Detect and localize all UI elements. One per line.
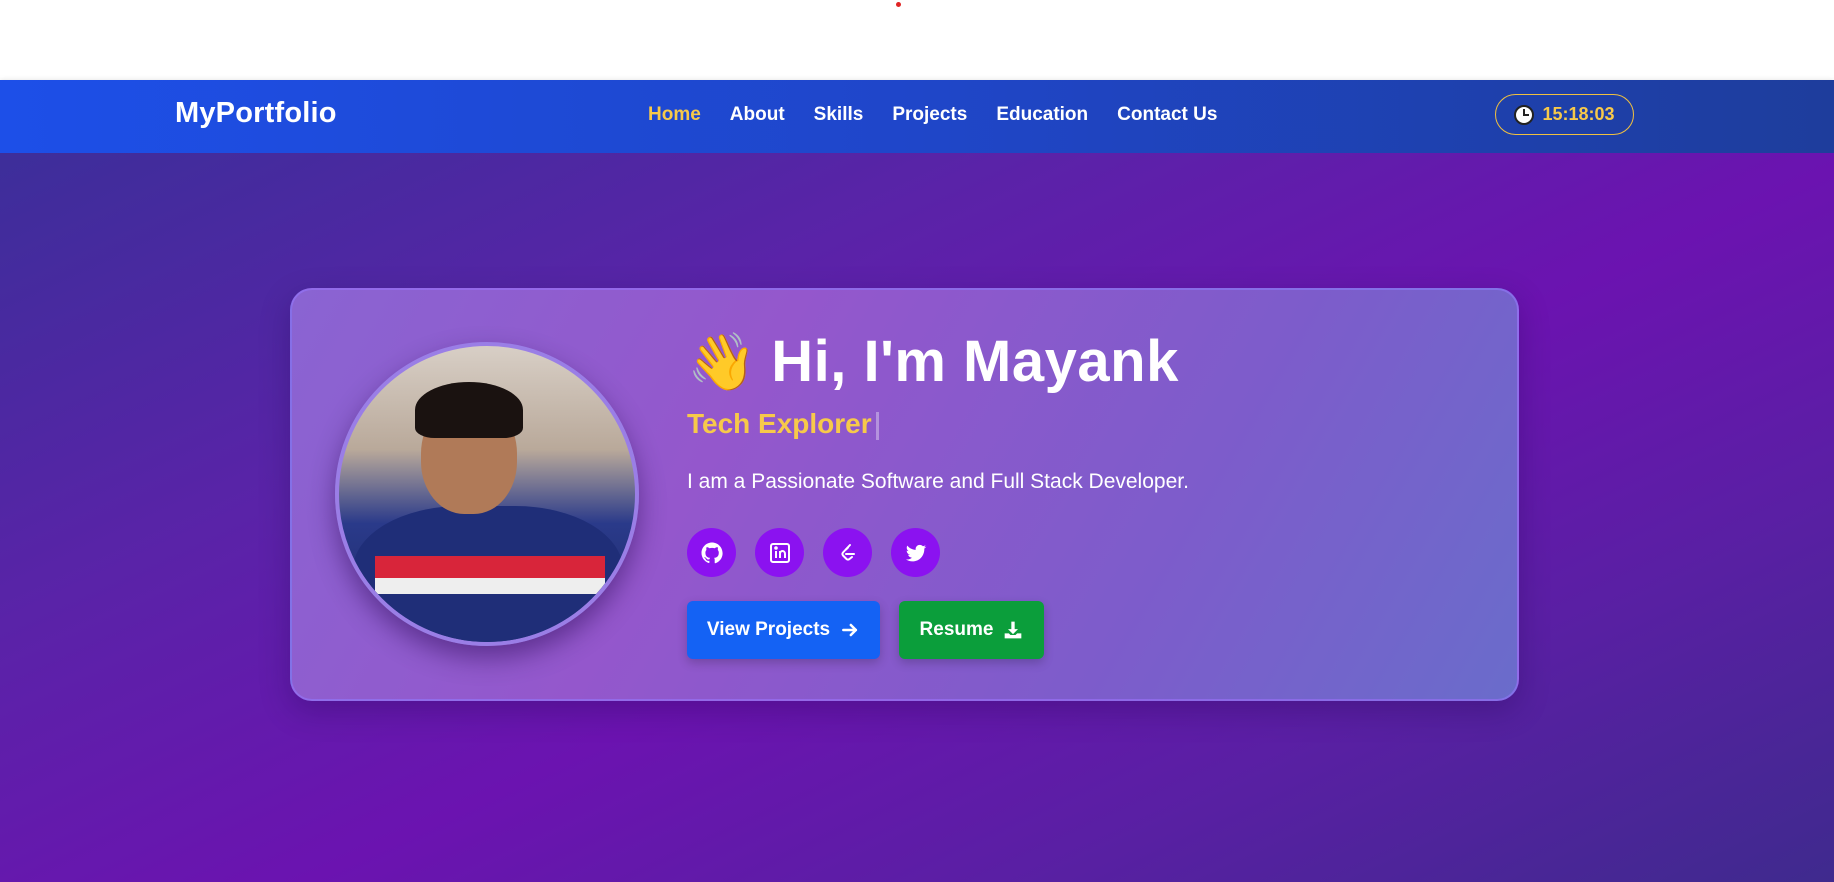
twitter-link[interactable] <box>891 528 940 577</box>
leetcode-link[interactable] <box>823 528 872 577</box>
nav-link-education[interactable]: Education <box>996 104 1088 126</box>
github-link[interactable] <box>687 528 736 577</box>
nav-link-about[interactable]: About <box>730 104 785 126</box>
hero-buttons: View Projects Resume <box>687 601 1044 659</box>
leetcode-icon <box>840 543 855 561</box>
profile-photo-hair <box>415 382 523 438</box>
profile-photo-stripe <box>375 578 605 594</box>
hero-title: 👋 Hi, I'm Mayank <box>687 328 1179 395</box>
nav-links: Home About Skills Projects Education Con… <box>648 104 1217 126</box>
typed-role: Tech Explorer <box>687 408 879 440</box>
profile-photo-stripe <box>375 556 605 578</box>
linkedin-link[interactable] <box>755 528 804 577</box>
download-icon <box>1005 621 1022 639</box>
brand-logo[interactable]: MyPortfolio <box>175 97 337 130</box>
indicator-dot <box>896 2 901 7</box>
profile-photo <box>335 342 639 646</box>
view-projects-button[interactable]: View Projects <box>687 601 880 659</box>
wave-icon: 👋 <box>687 329 758 393</box>
browser-top-area <box>0 0 1834 80</box>
resume-label: Resume <box>919 619 994 640</box>
typing-cursor <box>875 411 879 440</box>
intro-card: 👋 Hi, I'm Mayank Tech Explorer I am a Pa… <box>290 288 1519 701</box>
navbar: MyPortfolio Home About Skills Projects E… <box>0 80 1834 153</box>
hero-section: 👋 Hi, I'm Mayank Tech Explorer I am a Pa… <box>0 153 1834 882</box>
arrow-right-icon <box>842 623 858 637</box>
linkedin-icon <box>769 542 790 563</box>
nav-link-contact[interactable]: Contact Us <box>1117 104 1217 126</box>
github-icon <box>701 542 723 563</box>
clock-time: 15:18:03 <box>1542 104 1615 124</box>
clock-icon <box>1514 104 1535 125</box>
nav-link-skills[interactable]: Skills <box>814 104 864 126</box>
resume-button[interactable]: Resume <box>899 601 1044 659</box>
nav-link-home[interactable]: Home <box>648 104 701 126</box>
twitter-icon <box>905 544 926 561</box>
social-links <box>687 528 940 577</box>
hero-description: I am a Passionate Software and Full Stac… <box>687 470 1189 493</box>
typed-role-text: Tech Explorer <box>687 408 872 439</box>
hero-greeting: Hi, I'm Mayank <box>771 329 1179 394</box>
nav-link-projects[interactable]: Projects <box>892 104 967 126</box>
clock-badge: 15:18:03 <box>1495 94 1634 135</box>
view-projects-label: View Projects <box>706 619 831 640</box>
